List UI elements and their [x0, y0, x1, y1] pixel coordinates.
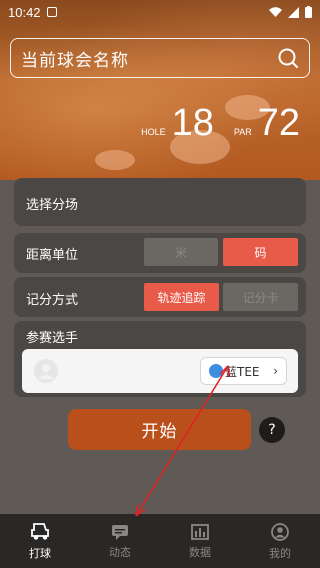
start-button[interactable]: 开始 [68, 409, 251, 450]
unit-yard-button[interactable]: 码 [223, 238, 298, 266]
players-label: 参赛选手 [26, 331, 79, 346]
battery-icon [305, 6, 312, 18]
status-time: 10:42 [8, 4, 41, 20]
hole-par-summary: HOLE 18 PAR 72 [141, 102, 300, 145]
bottom-tab-bar: 打球 动态 数据 我的 [0, 514, 320, 568]
hole-label: HOLE [141, 127, 166, 137]
user-icon [38, 364, 54, 379]
tab-stats-label: 数据 [189, 545, 211, 559]
tee-selector-button[interactable]: 蓝TEE › [200, 357, 287, 385]
tab-play[interactable]: 打球 [0, 514, 80, 568]
scoring-method-row: 记分方式 轨迹追踪 记分卡 [14, 277, 306, 317]
tab-feed-label: 动态 [109, 545, 131, 559]
tab-me-label: 我的 [269, 546, 291, 560]
distance-unit-row: 距离单位 米 码 [14, 233, 306, 273]
course-name-label: 当前球会名称 [21, 50, 129, 71]
scoring-track-button[interactable]: 轨迹追踪 [144, 283, 219, 311]
tab-stats[interactable]: 数据 [160, 514, 240, 568]
course-hero-banner [0, 0, 320, 180]
search-icon[interactable] [277, 47, 299, 69]
avatar[interactable] [34, 359, 58, 383]
golf-cart-icon [31, 522, 49, 540]
select-course-row[interactable]: 选择分场 [14, 178, 306, 226]
notification-icon [46, 7, 57, 17]
distance-unit-label: 距离单位 [26, 248, 79, 263]
hole-value: 18 [171, 102, 214, 144]
course-search-box[interactable]: 当前球会名称 [10, 38, 310, 78]
scoring-method-label: 记分方式 [26, 293, 79, 308]
tab-me[interactable]: 我的 [240, 514, 320, 568]
tab-play-label: 打球 [29, 546, 51, 560]
player-row[interactable]: 蓝TEE › [22, 349, 298, 393]
help-button[interactable]: ? [259, 417, 285, 443]
signal-icon [288, 6, 299, 18]
tee-color-dot [209, 364, 223, 378]
chevron-right-icon: › [273, 364, 278, 378]
bar-chart-icon [191, 523, 209, 540]
tee-label: 蓝TEE [225, 364, 260, 379]
wifi-icon [269, 6, 282, 17]
sand-bunker [95, 150, 135, 170]
profile-icon [271, 522, 289, 541]
select-course-label: 选择分场 [26, 198, 79, 213]
status-bar: 10:42 [0, 0, 320, 24]
unit-meter-button[interactable]: 米 [144, 238, 218, 266]
tab-feed[interactable]: 动态 [80, 514, 160, 568]
chat-icon [112, 524, 128, 540]
par-value: 72 [257, 102, 300, 144]
scoring-card-button[interactable]: 记分卡 [223, 283, 298, 311]
par-label: PAR [233, 127, 252, 137]
